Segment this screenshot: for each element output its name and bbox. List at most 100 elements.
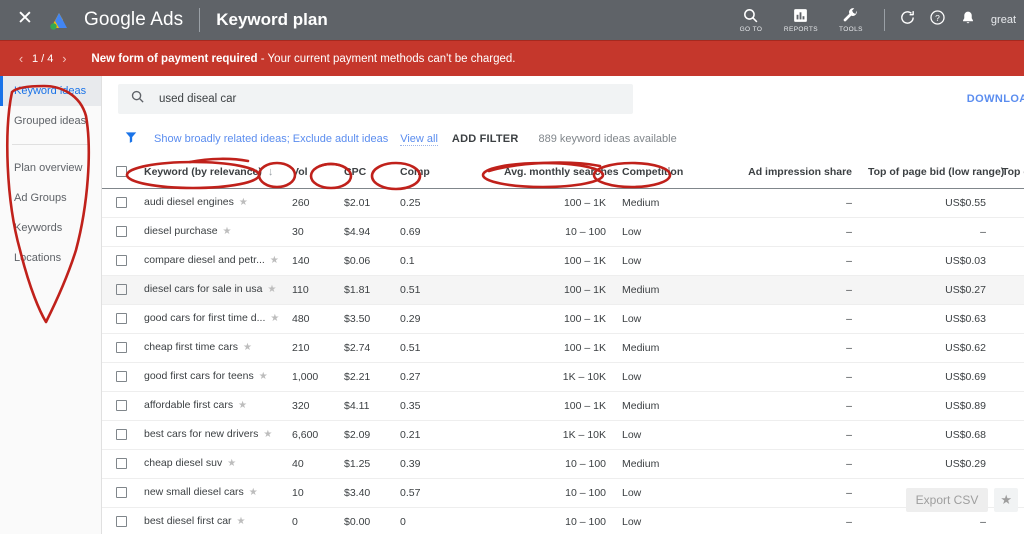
- header-goto-label: GO TO: [739, 26, 763, 33]
- row-checkbox[interactable]: [116, 313, 127, 325]
- select-all-checkbox[interactable]: [116, 166, 127, 178]
- account-label[interactable]: great: [991, 14, 1016, 26]
- row-checkbox[interactable]: [116, 516, 127, 528]
- keyword-search-input[interactable]: used diseal car: [118, 84, 633, 114]
- cell-top-of-page-bid-high: [994, 304, 1024, 334]
- notifications-button[interactable]: [953, 10, 983, 31]
- favorite-star-icon[interactable]: ★: [263, 429, 272, 440]
- header-reports-button[interactable]: REPORTS: [781, 7, 821, 33]
- refresh-button[interactable]: [893, 9, 923, 31]
- export-csv-button[interactable]: Export CSV: [905, 488, 989, 512]
- table-row[interactable]: audi diesel engines ★ 260 $2.01 0.25 100 – 1K…: [102, 188, 1024, 218]
- th-cpc[interactable]: CPC: [336, 156, 392, 189]
- row-checkbox[interactable]: [116, 400, 127, 412]
- table-row[interactable]: cheap diesel suv ★ 40 $1.25 0.39 10 – 100 Medi…: [102, 449, 1024, 479]
- th-keyword-label: Keyword (by relevance): [144, 165, 262, 178]
- row-checkbox[interactable]: [116, 342, 127, 354]
- favorite-star-icon[interactable]: ★: [267, 284, 276, 295]
- table-row[interactable]: best diesel first car ★ 0 $0.00 0 10 – 100 Low…: [102, 507, 1024, 534]
- favorite-star-icon[interactable]: ★: [239, 197, 248, 208]
- filter-funnel-icon[interactable]: [124, 130, 138, 149]
- close-icon[interactable]: ✕: [14, 9, 36, 31]
- view-all-link[interactable]: View all: [400, 133, 438, 146]
- favorite-star-icon[interactable]: ★: [238, 400, 247, 411]
- th-top-of-page-bid-low[interactable]: Top of page bid (low range): [860, 156, 1004, 189]
- sort-descending-icon: ↓: [267, 165, 274, 178]
- favorite-star-icon[interactable]: ★: [227, 458, 236, 469]
- cell-cpc: $2.74: [336, 333, 392, 363]
- cell-competition: Low: [614, 217, 732, 247]
- favorite-star-icon[interactable]: ★: [270, 313, 279, 324]
- favorite-star-icon[interactable]: ★: [270, 255, 279, 266]
- favorite-star-icon[interactable]: ★: [243, 342, 252, 353]
- table-row[interactable]: best cars for new drivers ★ 6,600 $2.09 0.21…: [102, 420, 1024, 450]
- table-row[interactable]: cheap first time cars ★ 210 $2.74 0.51 100 – …: [102, 333, 1024, 363]
- row-checkbox[interactable]: [116, 197, 127, 209]
- keyword-text: new small diesel cars: [144, 486, 244, 499]
- cell-avg-monthly-searches: 100 – 1K: [496, 391, 614, 421]
- sidebar-item-grouped-ideas[interactable]: Grouped ideas: [0, 106, 101, 136]
- th-avg-monthly-searches[interactable]: Avg. monthly searches: [496, 156, 619, 189]
- table-row[interactable]: affordable first cars ★ 320 $4.11 0.35 100 – …: [102, 391, 1024, 421]
- add-filter-button[interactable]: ADD FILTER: [452, 133, 519, 145]
- row-checkbox[interactable]: [116, 226, 127, 238]
- header-tools-button[interactable]: TOOLS: [831, 7, 871, 33]
- cell-ad-impression-share: –: [732, 420, 860, 450]
- favorite-star-icon[interactable]: ★: [237, 516, 246, 527]
- row-select-cell: [102, 333, 136, 363]
- sidebar-item-keyword-ideas[interactable]: Keyword ideas: [0, 76, 101, 106]
- sidebar-label-keywords: Keywords: [14, 222, 63, 234]
- th-competition[interactable]: Competition: [614, 156, 732, 189]
- download-button[interactable]: DOWNLOAD: [967, 93, 1024, 105]
- cell-top-of-page-bid-low: –: [860, 217, 994, 247]
- sidebar-item-ad-groups[interactable]: Ad Groups: [0, 183, 101, 213]
- cell-avg-monthly-searches: 10 – 100: [496, 478, 614, 508]
- table-row[interactable]: diesel purchase ★ 30 $4.94 0.69 10 – 100 Low – –: [102, 217, 1024, 247]
- payment-alert-bar: ‹ 1 / 4 › New form of payment required -…: [0, 40, 1024, 76]
- table-row[interactable]: compare diesel and petr... ★ 140 $0.06 0.1 10…: [102, 246, 1024, 276]
- sidebar-item-keywords[interactable]: Keywords: [0, 213, 101, 243]
- th-keyword[interactable]: Keyword (by relevance) ↓: [136, 156, 284, 189]
- favorite-star-icon[interactable]: ★: [223, 226, 232, 237]
- star-icon[interactable]: ★: [994, 488, 1018, 512]
- row-select-cell: [102, 246, 136, 276]
- favorite-star-icon[interactable]: ★: [249, 487, 258, 498]
- page-title: Keyword plan: [216, 10, 328, 29]
- cell-cpc: $0.06: [336, 246, 392, 276]
- help-button[interactable]: ?: [923, 9, 953, 31]
- table-row[interactable]: good first cars for teens ★ 1,000 $2.21 0.27…: [102, 362, 1024, 392]
- header-goto-button[interactable]: GO TO: [731, 7, 771, 33]
- export-floating-group: Export CSV ★: [905, 488, 1018, 512]
- row-checkbox[interactable]: [116, 429, 127, 441]
- sidebar-item-locations[interactable]: Locations: [0, 243, 101, 273]
- th-vol[interactable]: Vol: [284, 156, 336, 189]
- header-divider: [199, 8, 201, 32]
- table-row[interactable]: good cars for first time d... ★ 480 $3.50 0.…: [102, 304, 1024, 334]
- table-row[interactable]: diesel cars for sale in usa ★ 110 $1.81 0.51…: [102, 275, 1024, 305]
- cell-competition: Medium: [614, 188, 732, 218]
- th-comp[interactable]: Comp: [392, 156, 496, 189]
- row-checkbox[interactable]: [116, 458, 127, 470]
- row-checkbox[interactable]: [116, 371, 127, 383]
- table-row[interactable]: new small diesel cars ★ 10 $3.40 0.57 10 – 10…: [102, 478, 1024, 508]
- sidebar-item-plan-overview[interactable]: Plan overview: [0, 153, 101, 183]
- chevron-left-icon[interactable]: ‹: [12, 51, 30, 66]
- active-filters-label[interactable]: Show broadly related ideas; Exclude adul…: [154, 133, 388, 145]
- th-ad-impression-share[interactable]: Ad impression share: [732, 156, 860, 189]
- search-icon: [742, 7, 759, 24]
- keyword-text: cheap first time cars: [144, 341, 238, 354]
- keyword-text: good cars for first time d...: [144, 312, 266, 325]
- cell-top-of-page-bid-high: [994, 246, 1024, 276]
- cell-keyword: diesel purchase ★: [136, 217, 284, 247]
- cell-keyword: new small diesel cars ★: [136, 478, 284, 508]
- cell-top-of-page-bid-high: [994, 275, 1024, 305]
- row-checkbox[interactable]: [116, 487, 127, 499]
- cell-top-of-page-bid-low: US$0.27: [860, 275, 994, 305]
- row-checkbox[interactable]: [116, 284, 127, 296]
- cell-top-of-page-bid-low: US$0.89: [860, 391, 994, 421]
- cell-vol: 260: [284, 188, 336, 218]
- cell-vol: 320: [284, 391, 336, 421]
- row-checkbox[interactable]: [116, 255, 127, 267]
- favorite-star-icon[interactable]: ★: [259, 371, 268, 382]
- chevron-right-icon[interactable]: ›: [55, 51, 73, 66]
